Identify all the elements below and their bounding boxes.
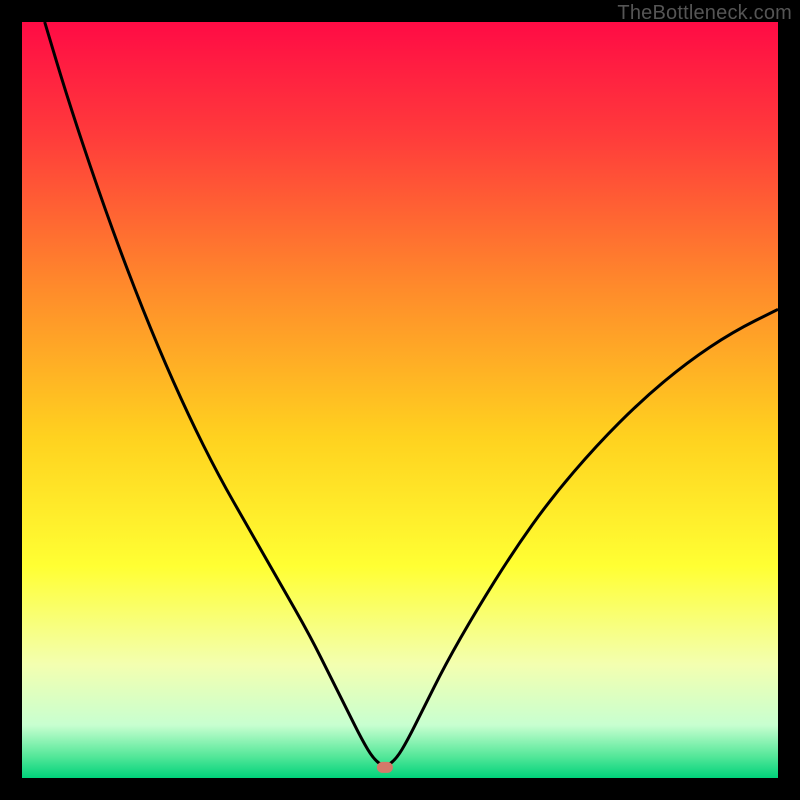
target-marker <box>377 762 393 773</box>
gradient-background <box>22 22 778 778</box>
plot-area <box>22 22 778 778</box>
chart-svg <box>22 22 778 778</box>
watermark-text: TheBottleneck.com <box>617 2 792 25</box>
chart-frame: TheBottleneck.com <box>0 0 800 800</box>
